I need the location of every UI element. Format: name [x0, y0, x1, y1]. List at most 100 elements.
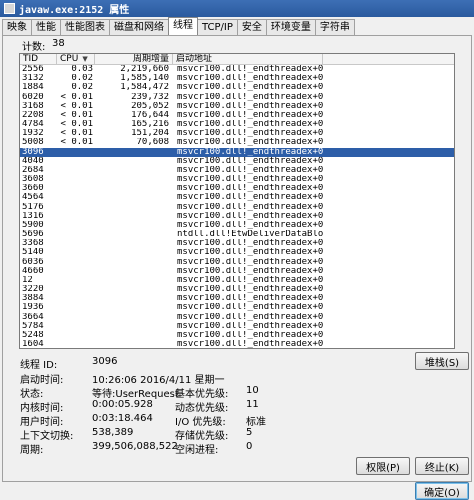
dynamic-priority-label: 动态优先级:	[175, 403, 229, 414]
table-row[interactable]: 4564 msvcr100.dll!_endthreadex+0x80	[20, 193, 454, 202]
table-row[interactable]: 2684 msvcr100.dll!_endthreadex+0x80	[20, 166, 454, 175]
table-row[interactable]: 6036 msvcr100.dll!_endthreadex+0x80	[20, 258, 454, 267]
cell-cycles-delta: 239,732	[131, 92, 169, 102]
context-switch-label: 上下文切换:	[20, 431, 74, 442]
cell-tid: 3664	[22, 312, 44, 322]
table-row[interactable]: 3608 msvcr100.dll!_endthreadex+0x80	[20, 175, 454, 184]
cell-start-address: msvcr100.dll!_endthreadex+0x80	[177, 220, 323, 230]
table-row[interactable]: 4784 < 0.01 165,216 msvcr100.dll!_endthread…	[20, 120, 454, 129]
cell-cpu	[57, 294, 95, 303]
cell-start-address: msvcr100.dll!_endthreadex+0x80	[177, 211, 323, 221]
table-row[interactable]: 1604 msvcr100.dll!_endthreadex+0x80	[20, 340, 454, 348]
ok-button[interactable]: 确定(O)	[415, 482, 469, 500]
thread-table[interactable]: TID CPU ▼ 周期增量 启动地址 2556 0.03 2,219,660 msvc…	[19, 53, 455, 349]
table-row[interactable]: 1936 msvcr100.dll!_endthreadex+0x80	[20, 303, 454, 312]
column-start-address[interactable]: 启动地址	[173, 54, 323, 64]
cell-start-address: msvcr100.dll!_endthreadex+0x80	[177, 275, 323, 285]
tab-strings[interactable]: 字符串	[314, 19, 355, 35]
memory-priority-value: 5	[246, 427, 253, 438]
table-row[interactable]: 1932 < 0.01 151,204 msvcr100.dll!_endthread…	[20, 129, 454, 138]
tab-security[interactable]: 安全	[236, 19, 267, 35]
cell-cpu	[57, 248, 95, 257]
cell-cpu	[57, 258, 95, 267]
tab-environment[interactable]: 环境变量	[265, 19, 316, 35]
tab-performance-graph[interactable]: 性能图表	[60, 19, 110, 35]
user-time-label: 用户时间:	[20, 417, 64, 428]
kill-button[interactable]: 终止(K)	[415, 457, 469, 475]
cell-tid: 3168	[22, 101, 44, 111]
table-row[interactable]: 2556 0.03 2,219,660 msvcr100.dll!_endthread…	[20, 65, 454, 74]
permissions-button[interactable]: 权限(P)	[356, 457, 410, 475]
table-row[interactable]: 2208 < 0.01 176,644 msvcr100.dll!_endthread…	[20, 111, 454, 120]
table-row[interactable]: 5140 msvcr100.dll!_endthreadex+0x80	[20, 248, 454, 257]
tab-image[interactable]: 映象	[2, 19, 32, 35]
table-row[interactable]: 3096 msvcr100.dll!_endthreadex+0x80	[20, 147, 454, 157]
cell-cpu	[57, 331, 95, 340]
table-row[interactable]: 3132 0.02 1,585,140 msvcr100.dll!_endthread…	[20, 74, 454, 83]
cell-cycles-delta	[95, 221, 173, 230]
cell-tid: 3220	[22, 285, 44, 295]
tab-threads[interactable]: 线程	[168, 17, 198, 35]
state-value: 等待:UserRequest	[92, 389, 179, 400]
cell-start-address: msvcr100.dll!_endthreadex+0x80	[177, 321, 323, 331]
cell-tid: 4564	[22, 193, 44, 203]
table-row[interactable]: 5248 msvcr100.dll!_endthreadex+0x80	[20, 331, 454, 340]
table-body: 2556 0.03 2,219,660 msvcr100.dll!_endthread…	[20, 65, 454, 348]
table-row[interactable]: 4040 msvcr100.dll!_endthreadex+0x80	[20, 157, 454, 166]
cell-tid: 3368	[22, 239, 44, 249]
cell-tid: 4660	[22, 266, 44, 276]
table-row[interactable]: 3660 msvcr100.dll!_endthreadex+0x80	[20, 184, 454, 193]
cell-start-address: msvcr100.dll!_endthreadex+0x80	[177, 110, 323, 120]
table-row[interactable]: 12 msvcr100.dll!_endthreadex+0x80	[20, 276, 454, 285]
cell-tid: 2208	[22, 110, 44, 120]
cell-start-address: msvcr100.dll!_endthreadex+0x80	[177, 165, 323, 175]
cell-cycles-delta: 1,585,140	[120, 74, 169, 84]
tab-disk-network[interactable]: 磁盘和网络	[109, 19, 169, 35]
thread-id-label: 线程 ID:	[20, 360, 58, 371]
cell-start-address: msvcr100.dll!_endthreadex+0x80	[177, 138, 323, 148]
table-row[interactable]: 5784 msvcr100.dll!_endthreadex+0x80	[20, 322, 454, 331]
cell-cycles-delta	[95, 340, 173, 348]
cell-cycles-delta	[95, 148, 173, 157]
cell-cpu	[57, 230, 95, 239]
table-row[interactable]: 5176 msvcr100.dll!_endthreadex+0x80	[20, 203, 454, 212]
cell-cycles-delta	[95, 166, 173, 175]
cell-tid: 1936	[22, 303, 44, 313]
table-row[interactable]: 6020 < 0.01 239,732 msvcr100.dll!_endthread…	[20, 93, 454, 102]
table-row[interactable]: 5008 < 0.01 70,608 msvcr100.dll!_endthreade…	[20, 138, 454, 147]
cell-start-address: ntdll.dll!EtwDeliverDataBlo...	[177, 230, 323, 240]
table-row[interactable]: 3220 msvcr100.dll!_endthreadex+0x80	[20, 285, 454, 294]
table-row[interactable]: 5696 ntdll.dll!EtwDeliverDataBlo...	[20, 230, 454, 239]
cell-start-address: msvcr100.dll!_endthreadex+0x80	[177, 202, 323, 212]
cell-start-address: msvcr100.dll!_endthreadex+0x80	[177, 184, 323, 194]
cell-cycles-delta	[95, 157, 173, 166]
cell-cycles-delta	[95, 212, 173, 221]
table-row[interactable]: 1884 0.02 1,584,472 msvcr100.dll!_endthread…	[20, 83, 454, 92]
column-tid[interactable]: TID	[20, 54, 57, 64]
table-row[interactable]: 5900 msvcr100.dll!_endthreadex+0x80	[20, 221, 454, 230]
cell-cpu: 0.02	[71, 74, 93, 84]
table-row[interactable]: 3884 msvcr100.dll!_endthreadex+0x80	[20, 294, 454, 303]
cell-cycles-delta	[95, 230, 173, 239]
table-row[interactable]: 1316 msvcr100.dll!_endthreadex+0x80	[20, 212, 454, 221]
cell-cycles-delta	[95, 193, 173, 202]
cell-tid: 5696	[22, 230, 44, 240]
cell-cpu	[57, 175, 95, 184]
cell-cycles-delta: 176,644	[131, 110, 169, 120]
cell-tid: 6036	[22, 257, 44, 267]
cell-start-address: msvcr100.dll!_endthreadex+0x80	[177, 257, 323, 267]
io-priority-label: I/O 优先级:	[175, 417, 226, 428]
tab-performance[interactable]: 性能	[31, 19, 61, 35]
table-row[interactable]: 3664 msvcr100.dll!_endthreadex+0x80	[20, 313, 454, 322]
table-row[interactable]: 3368 msvcr100.dll!_endthreadex+0x80	[20, 239, 454, 248]
tab-tcpip[interactable]: TCP/IP	[197, 19, 238, 35]
column-cycles-delta[interactable]: 周期增量	[95, 54, 173, 64]
table-row[interactable]: 4660 msvcr100.dll!_endthreadex+0x80	[20, 267, 454, 276]
column-cpu[interactable]: CPU ▼	[57, 54, 95, 64]
stack-button[interactable]: 堆栈(S)	[415, 352, 469, 370]
cell-cpu	[57, 239, 95, 248]
cell-start-address: msvcr100.dll!_endthreadex+0x80	[177, 65, 323, 74]
cell-start-address: msvcr100.dll!_endthreadex+0x80	[177, 312, 323, 322]
table-row[interactable]: 3168 < 0.01 205,052 msvcr100.dll!_endthread…	[20, 102, 454, 111]
cell-tid: 12	[22, 275, 33, 285]
